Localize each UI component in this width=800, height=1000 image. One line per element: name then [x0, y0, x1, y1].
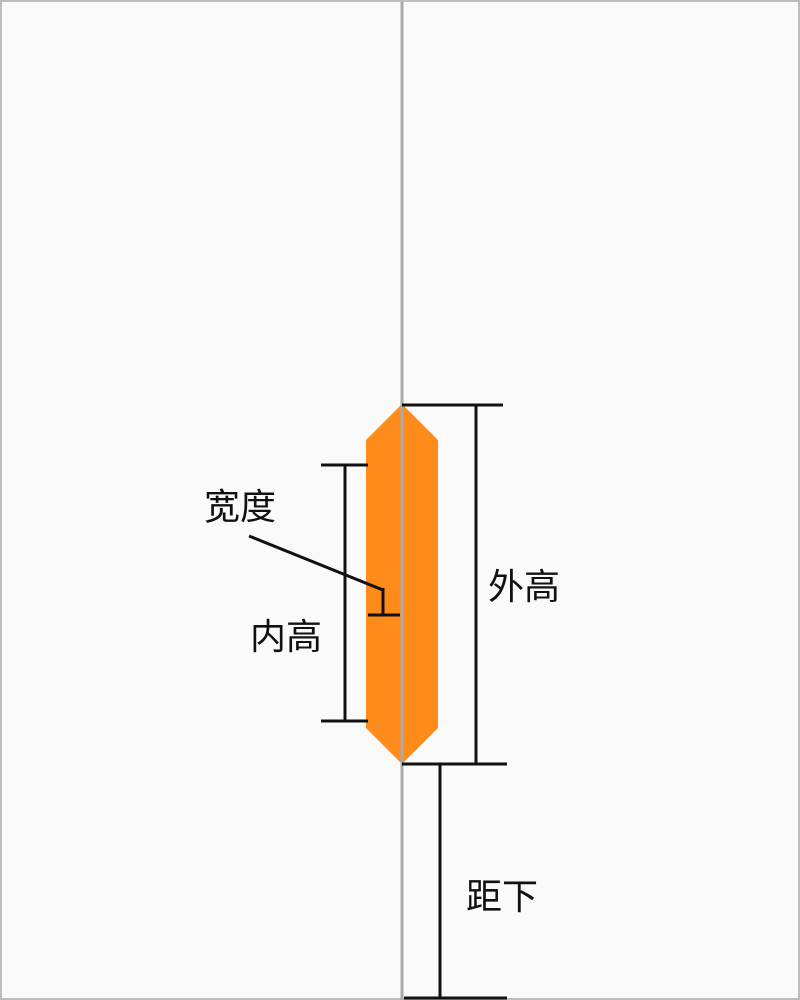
inner-height-label: 内高 [250, 617, 323, 658]
width-label: 宽度 [204, 487, 277, 528]
diagram-canvas: 宽度 内高 外高 距下 [0, 0, 800, 1000]
diagram-drawing [248, 2, 507, 1000]
distance-below-label: 距下 [466, 877, 539, 918]
inner-height-dimension [321, 463, 368, 723]
outer-height-label: 外高 [488, 567, 561, 608]
